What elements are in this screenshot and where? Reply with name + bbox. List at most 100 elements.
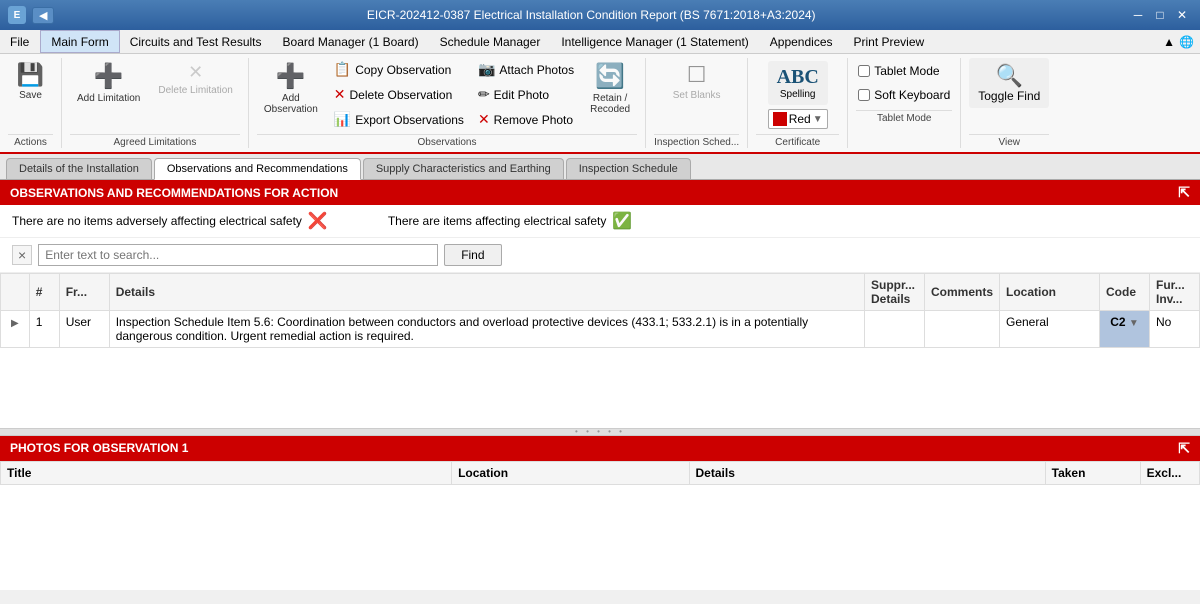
- toggle-find-button[interactable]: 🔍 Toggle Find: [969, 58, 1049, 108]
- tablet-checkboxes: Tablet Mode Soft Keyboard: [856, 58, 952, 108]
- observations-scroll[interactable]: # Fr... Details Suppr... Details Comment…: [0, 273, 1200, 428]
- menu-main-form[interactable]: Main Form: [40, 30, 119, 53]
- find-button[interactable]: Find: [444, 244, 501, 266]
- retain-recoded-icon: 🔄: [595, 62, 625, 91]
- edit-photo-button[interactable]: ✏ Edit Photo: [473, 83, 579, 106]
- observations-header-row: # Fr... Details Suppr... Details Comment…: [1, 274, 1200, 311]
- attach-photos-icon: 📷: [478, 61, 495, 78]
- tabs-bar: Details of the Installation Observations…: [0, 154, 1200, 180]
- ribbon-view-label: View: [969, 134, 1049, 148]
- delete-limitation-icon: ✕: [188, 62, 203, 83]
- export-observations-button[interactable]: 📊 Export Observations: [329, 108, 469, 131]
- row-suppressed-cell: [864, 311, 924, 348]
- col-further: Fur... Inv...: [1150, 274, 1200, 311]
- row-details-cell: Inspection Schedule Item 5.6: Coordinati…: [109, 311, 864, 348]
- menu-circuits[interactable]: Circuits and Test Results: [120, 30, 273, 53]
- ribbon-view-buttons: 🔍 Toggle Find: [969, 58, 1049, 132]
- photos-section-header: PHOTOS FOR OBSERVATION 1 ⇱: [0, 436, 1200, 461]
- set-blanks-button[interactable]: ☐ Set Blanks: [666, 58, 728, 105]
- photos-collapse-icon[interactable]: ⇱: [1178, 440, 1190, 457]
- save-icon: 💾: [17, 62, 44, 88]
- ribbon-obs-buttons: ➕ AddObservation 📋 Copy Observation ✕ De…: [257, 58, 637, 132]
- add-limitation-label: Add Limitation: [77, 93, 140, 104]
- up-arrow-icon[interactable]: ▲: [1163, 35, 1175, 49]
- menu-right: ▲ 🌐: [1157, 30, 1200, 53]
- toggle-find-icon: 🔍: [996, 63, 1023, 89]
- observations-collapse-icon[interactable]: ⇱: [1178, 184, 1190, 201]
- set-blanks-icon: ☐: [687, 62, 707, 88]
- search-clear-button[interactable]: ×: [12, 245, 32, 265]
- tab-observations[interactable]: Observations and Recommendations: [154, 158, 361, 180]
- soft-keyboard-checkbox[interactable]: Soft Keyboard: [856, 86, 952, 104]
- ribbon-actions-label: Actions: [8, 134, 53, 148]
- ribbon-certificate-label: Certificate: [756, 134, 839, 148]
- row-code-cell[interactable]: C2 ▼: [1100, 311, 1150, 348]
- ribbon-limitations-label: Agreed Limitations: [70, 134, 240, 148]
- splitter[interactable]: • • • • •: [0, 428, 1200, 436]
- col-expand: [1, 274, 30, 311]
- minimize-button[interactable]: ─: [1128, 5, 1148, 25]
- close-button[interactable]: ✕: [1172, 5, 1192, 25]
- row-from-cell: User: [59, 311, 109, 348]
- tab-supply[interactable]: Supply Characteristics and Earthing: [363, 158, 564, 179]
- window-title: EICR-202412-0387 Electrical Installation…: [54, 8, 1128, 22]
- title-bar-left: E ◀: [8, 6, 54, 24]
- export-obs-icon: 📊: [334, 111, 351, 128]
- soft-keyboard-label: Soft Keyboard: [874, 88, 950, 102]
- menu-board-manager[interactable]: Board Manager (1 Board): [273, 30, 430, 53]
- menu-print[interactable]: Print Preview: [844, 30, 936, 53]
- add-obs-label: AddObservation: [264, 93, 318, 115]
- save-button[interactable]: 💾 Save: [8, 58, 53, 105]
- tab-inspection[interactable]: Inspection Schedule: [566, 158, 691, 179]
- color-swatch: [773, 112, 787, 126]
- row-expand-cell[interactable]: ▶: [1, 311, 30, 348]
- menu-appendices[interactable]: Appendices: [760, 30, 844, 53]
- copy-observation-button[interactable]: 📋 Copy Observation: [329, 58, 469, 81]
- ribbon-group-observations: ➕ AddObservation 📋 Copy Observation ✕ De…: [249, 58, 646, 148]
- add-observation-button[interactable]: ➕ AddObservation: [257, 58, 325, 119]
- tablet-mode-label: Tablet Mode: [874, 64, 939, 78]
- retain-recoded-label: Retain /Recoded: [590, 93, 630, 115]
- remove-photo-icon: ✕: [478, 111, 490, 128]
- no-adverse-notice: There are no items adversely affecting e…: [12, 211, 328, 231]
- observations-table-head: # Fr... Details Suppr... Details Comment…: [1, 274, 1200, 311]
- row-further-cell: No: [1150, 311, 1200, 348]
- ribbon-certificate-buttons: ABC Spelling Red ▼: [768, 58, 828, 132]
- row-expand-arrow[interactable]: ▶: [7, 318, 23, 329]
- back-button[interactable]: ◀: [32, 7, 54, 24]
- delete-obs-label: Delete Observation: [350, 88, 453, 102]
- delete-limitation-label: Delete Limitation: [158, 85, 232, 96]
- col-photo-location: Location: [452, 461, 689, 484]
- tablet-mode-input[interactable]: [858, 65, 870, 77]
- color-label: Red: [789, 112, 811, 126]
- delete-limitation-button[interactable]: ✕ Delete Limitation: [151, 58, 239, 100]
- menu-file[interactable]: File: [0, 30, 40, 53]
- obs-small-col2: 📷 Attach Photos ✏ Edit Photo ✕ Remove Ph…: [473, 58, 579, 131]
- table-row[interactable]: ▶ 1 User Inspection Schedule Item 5.6: C…: [1, 311, 1200, 348]
- col-photo-details: Details: [689, 461, 1045, 484]
- menu-schedule[interactable]: Schedule Manager: [430, 30, 552, 53]
- color-dropdown[interactable]: Red ▼: [768, 109, 828, 129]
- remove-photo-button[interactable]: ✕ Remove Photo: [473, 108, 579, 131]
- restore-button[interactable]: □: [1150, 5, 1170, 25]
- photos-table-head: Title Location Details Taken Excl...: [1, 461, 1200, 484]
- delete-observation-button[interactable]: ✕ Delete Observation: [329, 83, 469, 106]
- retain-recoded-button[interactable]: 🔄 Retain /Recoded: [583, 58, 637, 119]
- attach-photos-button[interactable]: 📷 Attach Photos: [473, 58, 579, 81]
- col-details: Details: [109, 274, 864, 311]
- globe-icon[interactable]: 🌐: [1179, 35, 1194, 49]
- menu-intelligence[interactable]: Intelligence Manager (1 Statement): [551, 30, 759, 53]
- col-num: #: [29, 274, 59, 311]
- no-adverse-icon: ❌: [308, 211, 328, 231]
- tablet-mode-checkbox[interactable]: Tablet Mode: [856, 62, 952, 80]
- ribbon-group-actions: 💾 Save Actions: [0, 58, 62, 148]
- ribbon-group-limitations: ➕ Add Limitation ✕ Delete Limitation Agr…: [62, 58, 249, 148]
- toggle-find-label: Toggle Find: [978, 89, 1040, 103]
- search-input[interactable]: [38, 244, 438, 266]
- tab-details[interactable]: Details of the Installation: [6, 158, 152, 179]
- spelling-label: Spelling: [780, 89, 816, 100]
- spelling-button[interactable]: ABC Spelling: [768, 61, 828, 105]
- set-blanks-label: Set Blanks: [673, 90, 721, 101]
- add-limitation-button[interactable]: ➕ Add Limitation: [70, 58, 147, 108]
- soft-keyboard-input[interactable]: [858, 89, 870, 101]
